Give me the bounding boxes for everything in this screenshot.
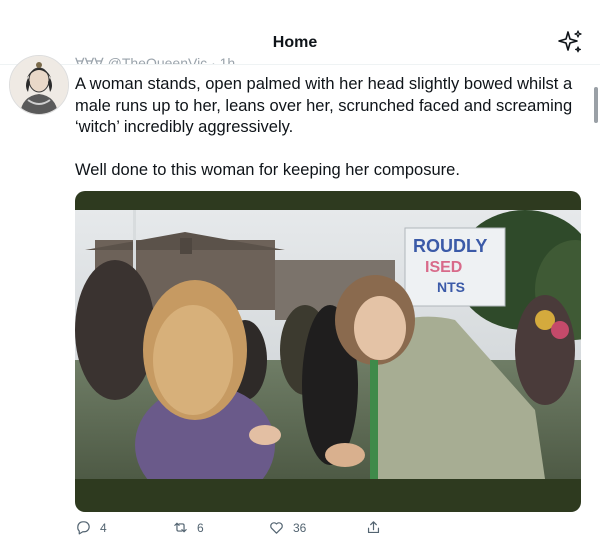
video-frame: ROUDLY ISED NTS bbox=[75, 210, 581, 479]
banner-text: NTS bbox=[437, 279, 465, 295]
tweet-text-line: A woman stands, open palmed with her hea… bbox=[75, 75, 573, 136]
sparkle-icon[interactable] bbox=[556, 28, 584, 56]
queen-portrait-image bbox=[10, 56, 68, 114]
avatar[interactable] bbox=[9, 55, 69, 115]
tweet-author-line[interactable]: ꓯꓯꓯ @TheQueenVic · 1h bbox=[75, 55, 235, 64]
retweet-icon bbox=[174, 522, 187, 533]
scrollbar[interactable] bbox=[594, 87, 598, 123]
banner-text: ISED bbox=[425, 259, 462, 276]
retweet-count: 6 bbox=[197, 520, 204, 535]
reply-button[interactable]: 4 bbox=[75, 519, 107, 536]
reply-count: 4 bbox=[100, 520, 107, 535]
like-count: 36 bbox=[293, 520, 307, 535]
tweet-video[interactable]: ROUDLY ISED NTS bbox=[75, 191, 581, 512]
tweet-text-line: Well done to this woman for keeping her … bbox=[75, 160, 460, 179]
page-title: Home bbox=[272, 34, 318, 51]
tweet-text: A woman stands, open palmed with her hea… bbox=[75, 74, 585, 181]
heart-icon bbox=[270, 522, 283, 534]
share-icon bbox=[367, 521, 380, 534]
like-button[interactable]: 36 bbox=[268, 519, 306, 536]
share-button[interactable] bbox=[365, 519, 382, 536]
tweet-actions: 4 6 36 bbox=[75, 519, 595, 541]
retweet-button[interactable]: 6 bbox=[172, 519, 204, 536]
banner-text: ROUDLY bbox=[413, 236, 487, 256]
reply-icon bbox=[77, 521, 90, 535]
